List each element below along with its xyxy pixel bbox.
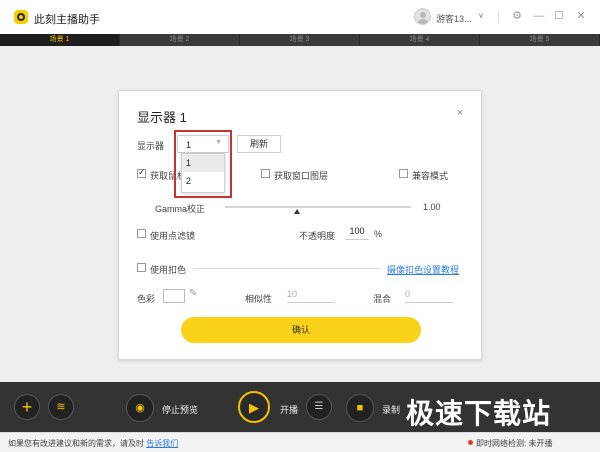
maximize-icon[interactable]: ☐ xyxy=(552,9,566,23)
app-logo-icon xyxy=(14,10,28,24)
dropdown-option-1[interactable]: 1 xyxy=(182,154,224,172)
network-label: 即时网络检测: xyxy=(476,439,527,448)
feedback-text: 如果您有改进建议和新的需求，请及时 告诉我们 xyxy=(8,438,178,449)
tab-scene-5[interactable]: 场景 5 xyxy=(480,34,600,46)
network-status-dot xyxy=(468,440,473,445)
dropdown-option-2[interactable]: 2 xyxy=(182,172,224,190)
monitor-select[interactable]: 1 ▼ xyxy=(177,135,229,153)
monitor-settings-dialog: 显示器 1 × 显示器 1 ▼ 刷新 获取鼠标 获取窗口图层 兼容模式 Gamm… xyxy=(118,90,482,360)
opacity-unit: % xyxy=(374,229,383,239)
use-filter-checkbox[interactable] xyxy=(137,229,146,238)
blend-input[interactable]: 0 xyxy=(405,289,453,303)
chevron-down-icon: ▼ xyxy=(215,139,222,146)
use-chroma-label: 使用扣色 xyxy=(150,265,187,275)
username[interactable]: 游客13... xyxy=(436,12,472,25)
start-live-label[interactable]: 开播 xyxy=(280,403,298,416)
chroma-tutorial-link[interactable]: 摄像扣色设置教程 xyxy=(387,263,459,276)
use-chroma-checkbox[interactable] xyxy=(137,263,146,272)
compat-mode-checkbox[interactable] xyxy=(399,169,408,178)
minimize-icon[interactable]: — xyxy=(532,9,546,23)
compat-mode-label: 兼容模式 xyxy=(412,171,449,181)
refresh-button[interactable]: 刷新 xyxy=(237,135,281,153)
camera-icon[interactable]: ■ xyxy=(346,394,374,422)
feedback-link[interactable]: 告诉我们 xyxy=(146,439,178,448)
monitor-dropdown: 1 2 xyxy=(181,153,225,193)
chevron-down-icon[interactable]: ∨ xyxy=(478,11,484,20)
close-icon[interactable]: × xyxy=(457,107,463,119)
color-swatch[interactable] xyxy=(163,289,185,303)
gamma-slider-handle[interactable] xyxy=(294,209,300,214)
scene-tabs: 场景 1 场景 2 场景 3 场景 4 场景 5 xyxy=(0,34,600,46)
blend-label: 混合 xyxy=(373,294,392,304)
status-bar: 如果您有改进建议和新的需求，请及时 告诉我们 即时网络检测: 未开播 xyxy=(0,432,600,452)
color-label: 色彩 xyxy=(137,294,156,304)
gamma-label: Gamma校正 xyxy=(155,204,206,214)
confirm-button[interactable]: 确认 xyxy=(181,317,421,343)
watermark: 极速下载站 xyxy=(406,398,552,429)
opacity-label: 不透明度 xyxy=(299,231,336,241)
use-filter-label: 使用点滤镜 xyxy=(150,231,196,241)
network-status: 即时网络检测: 未开播 xyxy=(476,438,552,449)
title-bar: 此刻主播助手 游客13... ∨ ⚙ — ☐ ✕ xyxy=(0,0,600,34)
eye-icon[interactable]: ◉ xyxy=(126,394,154,422)
capture-layered-checkbox[interactable] xyxy=(261,169,270,178)
gamma-value: 1.00 xyxy=(423,202,441,212)
chroma-divider xyxy=(193,268,381,269)
monitor-label: 显示器 xyxy=(137,141,165,151)
dialog-title: 显示器 1 xyxy=(137,110,187,125)
capture-layered-label: 获取窗口图层 xyxy=(274,171,329,181)
tab-scene-2[interactable]: 场景 2 xyxy=(120,34,240,46)
similarity-label: 相似性 xyxy=(245,294,273,304)
stop-preview-label[interactable]: 停止预览 xyxy=(162,403,198,416)
user-avatar[interactable] xyxy=(414,8,431,25)
eyedropper-icon[interactable]: ✎ xyxy=(189,288,197,299)
monitor-select-value: 1 xyxy=(186,140,192,150)
app-title: 此刻主播助手 xyxy=(34,14,100,26)
bottom-toolbar: + ≋ ◉ 停止预览 ▶ 开播 ☰ ■ 录制 极速下载站 xyxy=(0,382,600,432)
tab-scene-1[interactable]: 场景 1 xyxy=(0,34,120,46)
layers-icon[interactable]: ≋ xyxy=(48,394,74,420)
mixer-icon[interactable]: ☰ xyxy=(306,394,332,420)
close-icon[interactable]: ✕ xyxy=(574,9,588,23)
titlebar-divider xyxy=(498,11,499,23)
gamma-slider[interactable] xyxy=(225,206,411,208)
opacity-input[interactable]: 100 xyxy=(345,226,369,240)
play-icon[interactable]: ▶ xyxy=(238,391,270,423)
similarity-input[interactable]: 10 xyxy=(287,289,335,303)
gear-icon[interactable]: ⚙ xyxy=(510,9,524,23)
tab-scene-3[interactable]: 场景 3 xyxy=(240,34,360,46)
tab-scene-4[interactable]: 场景 4 xyxy=(360,34,480,46)
network-value: 未开播 xyxy=(528,439,553,448)
capture-mouse-checkbox[interactable] xyxy=(137,167,146,178)
add-icon[interactable]: + xyxy=(14,394,40,420)
feedback-message: 如果您有改进建议和新的需求，请及时 xyxy=(8,439,144,448)
record-label[interactable]: 录制 xyxy=(382,403,400,416)
